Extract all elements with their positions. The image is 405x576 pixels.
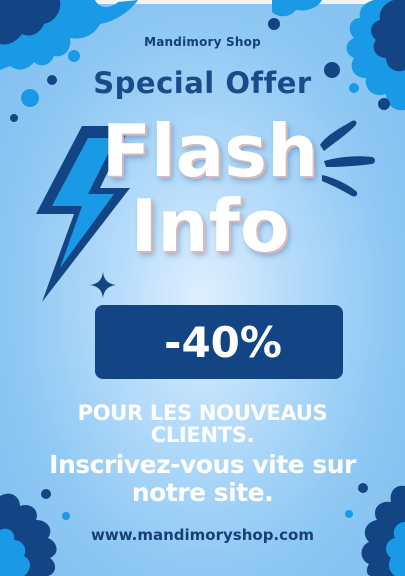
special-offer-headline: Special Offer: [93, 66, 312, 100]
title-info: Info: [130, 184, 290, 268]
call-to-action-text: Inscrivez-vous vite sur notre site.: [49, 450, 356, 507]
flash-info-poster: Mandimory Shop Special Offer Flash Info …: [0, 0, 405, 576]
discount-value: -40%: [164, 317, 282, 367]
audience-text: POUR LES NOUVEAUS CLIENTS.: [77, 401, 328, 447]
discount-banner: -40%: [95, 305, 343, 379]
title-flash: Flash: [101, 109, 319, 193]
website-link[interactable]: www.mandimoryshop.com: [0, 526, 405, 544]
sparkle-icon: [90, 272, 116, 298]
brand-name: Mandimory Shop: [144, 35, 261, 49]
